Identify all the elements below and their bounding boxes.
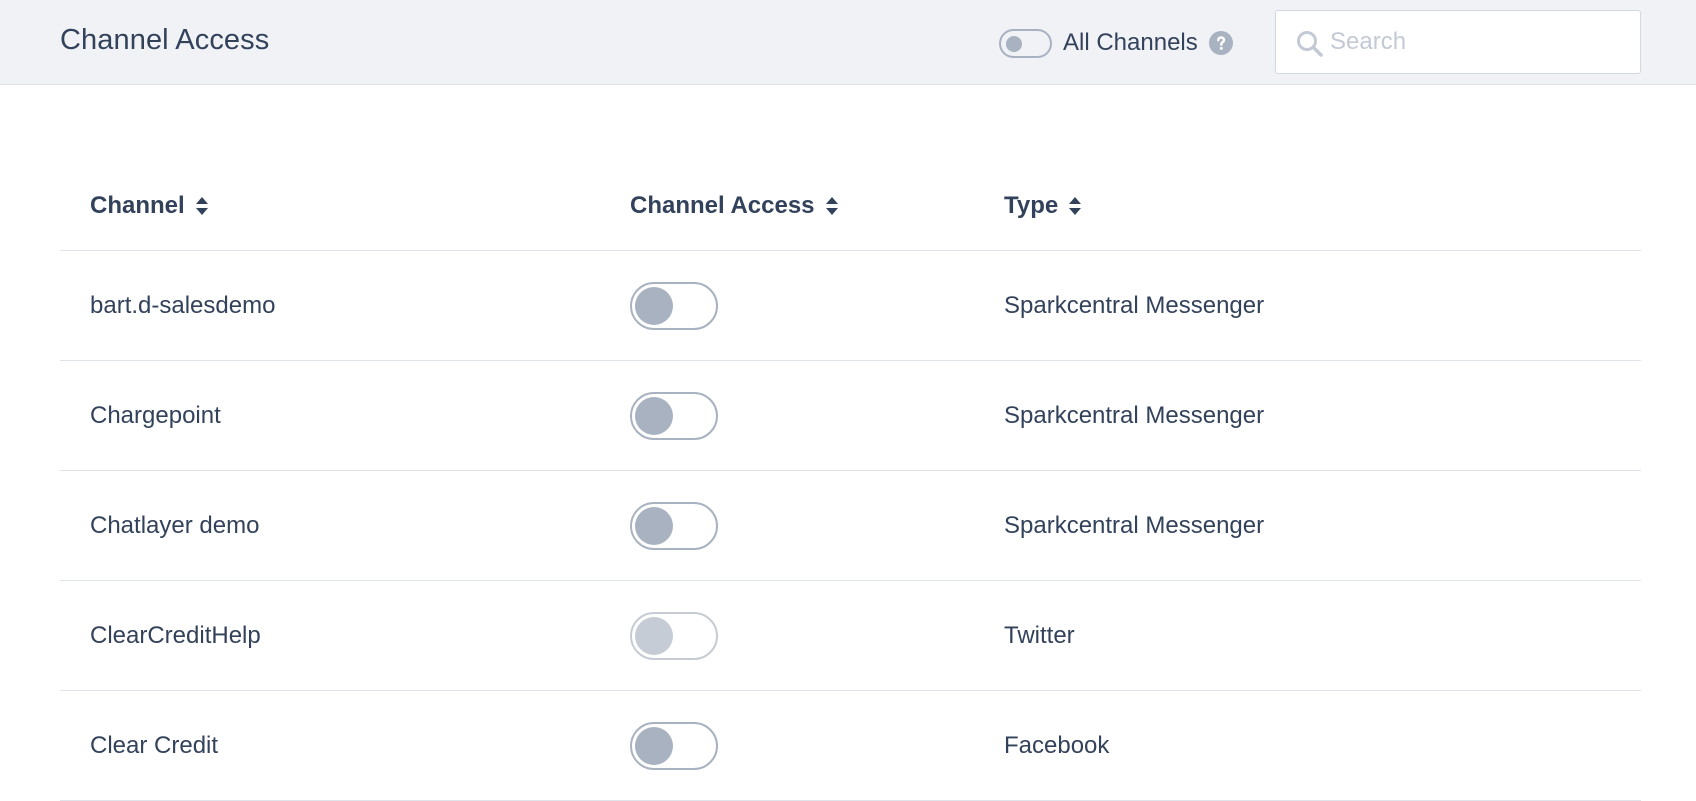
channel-table: Channel Channel Access Type bart.d-sales… (60, 170, 1641, 801)
all-channels-toggle[interactable] (999, 28, 1052, 58)
column-label: Channel Access (630, 192, 815, 219)
access-cell (630, 691, 718, 801)
channel-access-toggle[interactable] (630, 502, 718, 550)
channel-access-toggle[interactable] (630, 282, 718, 330)
toggle-knob (635, 507, 673, 545)
search-icon (1297, 31, 1323, 57)
column-header-type[interactable]: Type (1004, 192, 1082, 220)
table-header: Channel Channel Access Type (60, 170, 1641, 251)
channel-name: Chatlayer demo (90, 512, 260, 539)
channel-type: Sparkcentral Messenger (1004, 292, 1265, 319)
channel-type: Sparkcentral Messenger (1004, 402, 1265, 429)
channel-type: Sparkcentral Messenger (1004, 512, 1265, 539)
question-circle-icon[interactable] (1208, 31, 1233, 55)
table-row: Chargepoint Sparkcentral Messenger (60, 361, 1641, 471)
column-header-channel-access[interactable]: Channel Access (630, 192, 839, 220)
header-bar: Channel Access All Channels (0, 0, 1696, 85)
access-cell (630, 581, 718, 691)
channel-access-toggle[interactable] (630, 612, 718, 660)
channel-access-toggle[interactable] (630, 722, 718, 770)
column-label: Type (1004, 192, 1059, 219)
column-header-channel[interactable]: Channel (90, 192, 209, 220)
page-title: Channel Access (60, 24, 270, 56)
all-channels-label: All Channels (1063, 29, 1198, 56)
channel-name: Chargepoint (90, 402, 221, 429)
channel-name: bart.d-salesdemo (90, 292, 276, 319)
toggle-knob (635, 287, 673, 325)
table-row: bart.d-salesdemo Sparkcentral Messenger (60, 251, 1641, 361)
channel-access-toggle[interactable] (630, 392, 718, 440)
toggle-knob (635, 727, 673, 765)
sort-icon (195, 197, 208, 215)
channel-type: Twitter (1004, 622, 1075, 649)
sort-icon (1069, 197, 1082, 215)
channel-name: ClearCreditHelp (90, 622, 261, 649)
access-cell (630, 471, 718, 581)
search-input[interactable] (1330, 21, 1630, 63)
toggle-knob (635, 617, 673, 655)
sort-icon (825, 197, 838, 215)
toggle-knob (1006, 35, 1022, 52)
toggle-knob (635, 397, 673, 435)
access-cell (630, 361, 718, 471)
table-row: Clear Credit Facebook (60, 691, 1641, 801)
all-channels-control: All Channels (999, 28, 1233, 58)
channel-type: Facebook (1004, 732, 1110, 759)
access-cell (630, 251, 718, 361)
search-box (1275, 10, 1641, 74)
table-row: ClearCreditHelp Twitter (60, 581, 1641, 691)
table-row: Chatlayer demo Sparkcentral Messenger (60, 471, 1641, 581)
channel-name: Clear Credit (90, 732, 219, 759)
column-label: Channel (90, 192, 185, 219)
